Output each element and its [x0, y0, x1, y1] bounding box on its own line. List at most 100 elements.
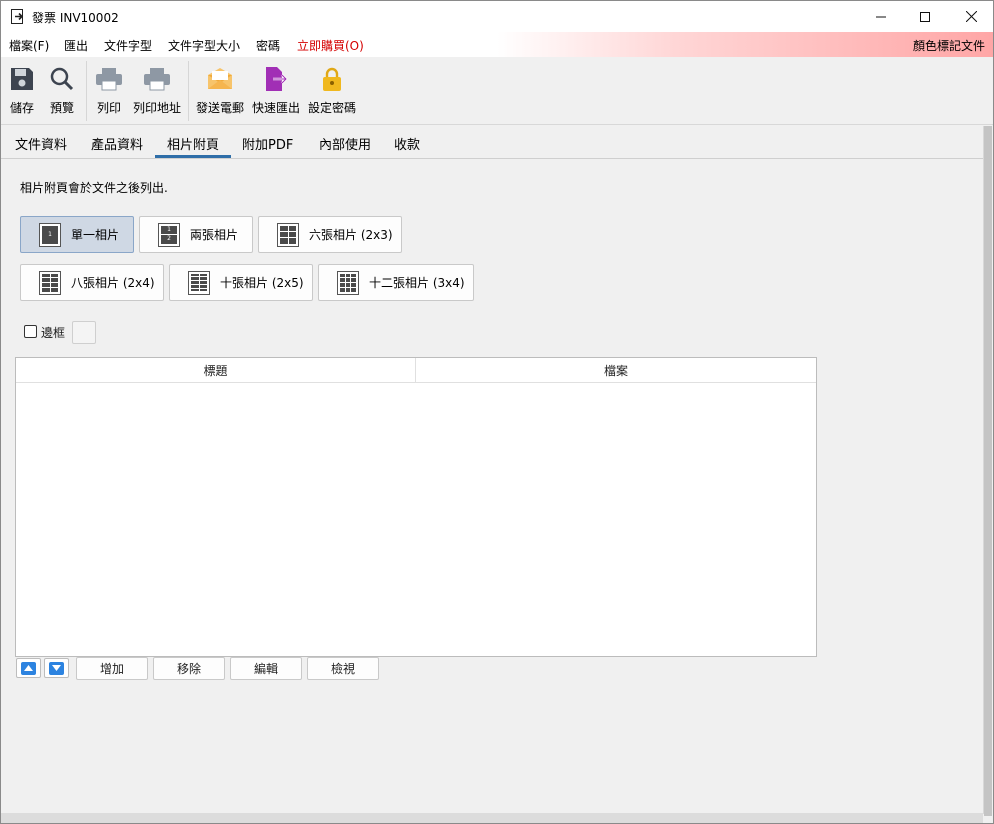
eight-photos-layout-icon [39, 270, 61, 295]
maximize-button[interactable] [902, 1, 948, 32]
print-label: 列印 [96, 101, 121, 115]
layout-cell [191, 288, 199, 292]
print-address-button[interactable]: 列印地址 [132, 57, 182, 125]
column-header-title[interactable]: 標題 [16, 358, 416, 383]
move-down-button[interactable] [44, 658, 69, 678]
arrow-up-icon [21, 661, 36, 675]
layout-cell [199, 288, 207, 292]
send-email-label: 發送電郵 [195, 101, 244, 115]
toolbar-separator [188, 61, 189, 121]
layout-two-photos-label: 兩張相片 [190, 228, 239, 242]
quick-export-button[interactable]: 快速匯出 [251, 57, 301, 125]
layout-cell [345, 273, 351, 278]
layout-eight-photos-button[interactable]: 八張相片 (2x4) [20, 264, 164, 301]
twelve-photos-layout-icon [337, 270, 359, 295]
layout-six-photos-button[interactable]: 六張相片 (2x3) [258, 216, 402, 253]
layout-cell [288, 238, 296, 244]
layout-two-photos-button[interactable]: 12 兩張相片 [139, 216, 253, 253]
layout-cell: 1 [161, 225, 177, 234]
title-bar: 發票 INV10002 [1, 1, 993, 32]
arrow-down-icon [49, 661, 64, 675]
save-label: 儲存 [9, 101, 34, 115]
layout-cell [50, 283, 58, 287]
layout-cell [345, 287, 351, 292]
minimize-button[interactable] [858, 1, 904, 32]
menu-file[interactable]: 檔案(F) [9, 37, 49, 54]
edit-button[interactable]: 編輯 [230, 657, 302, 680]
vertical-scrollbar-thumb[interactable] [984, 126, 992, 816]
menu-document-font[interactable]: 文件字型 [104, 37, 152, 54]
layout-cell [351, 273, 356, 278]
layout-cell [345, 278, 351, 282]
two-photos-layout-icon: 12 [158, 222, 180, 247]
ten-photos-layout-icon [188, 270, 210, 295]
layout-cell [199, 281, 207, 284]
horizontal-scrollbar[interactable] [1, 813, 983, 823]
printer-icon [143, 65, 171, 93]
view-button[interactable]: 檢視 [307, 657, 379, 680]
layout-cell [191, 281, 199, 284]
remove-button[interactable]: 移除 [153, 657, 225, 680]
layout-six-photos-label: 六張相片 (2x3) [309, 228, 393, 242]
border-checkbox[interactable] [24, 325, 37, 338]
single-photo-layout-icon: 1 [39, 222, 61, 247]
layout-twelve-photos-button[interactable]: 十二張相片 (3x4) [318, 264, 474, 301]
preview-button[interactable]: 預覽 [46, 57, 78, 125]
layout-cell [42, 287, 50, 292]
layout-cell: 1 [42, 225, 58, 244]
quick-export-label: 快速匯出 [251, 101, 300, 115]
toolbar: 儲存 預覽 列印 列印地址 發送電郵 快速匯出 設定密碼 [1, 57, 993, 125]
tab-payment[interactable]: 收款 [394, 134, 420, 153]
menu-password[interactable]: 密碼 [256, 37, 280, 54]
column-header-file[interactable]: 檔案 [416, 358, 816, 383]
tab-photo-attachment[interactable]: 相片附頁 [167, 134, 219, 153]
photo-attachment-note: 相片附頁會於文件之後列出. [20, 181, 168, 195]
table-header: 標題 檔案 [16, 358, 816, 383]
menu-export[interactable]: 匯出 [64, 37, 88, 54]
move-up-button[interactable] [16, 658, 41, 678]
layout-cell [191, 284, 199, 288]
border-color-button[interactable] [72, 321, 96, 344]
set-password-label: 設定密碼 [307, 101, 356, 115]
layout-cell [340, 278, 345, 282]
set-password-button[interactable]: 設定密碼 [307, 57, 357, 125]
print-button[interactable]: 列印 [93, 57, 125, 125]
six-photos-layout-icon [277, 222, 299, 247]
envelope-icon [206, 65, 234, 93]
layout-cell [340, 273, 345, 278]
layout-cell [191, 277, 199, 281]
layout-cell [42, 273, 50, 278]
tab-attach-pdf[interactable]: 附加PDF [242, 134, 293, 153]
layout-cell [280, 231, 288, 238]
layout-ten-photos-button[interactable]: 十張相片 (2x5) [169, 264, 313, 301]
layout-cell [199, 284, 207, 288]
add-button[interactable]: 增加 [76, 657, 148, 680]
layout-cell [288, 231, 296, 238]
menu-document-font-size[interactable]: 文件字型大小 [168, 37, 240, 54]
layout-cell [351, 278, 356, 282]
layout-cell [280, 225, 288, 231]
menu-buy-now[interactable]: 立即購買(O) [297, 37, 364, 54]
send-email-button[interactable]: 發送電郵 [195, 57, 245, 125]
border-checkbox-label: 邊框 [41, 326, 66, 340]
color-tag-document-menu[interactable]: 顏色標記文件 [913, 37, 985, 54]
layout-cell [50, 273, 58, 278]
tab-product-info[interactable]: 產品資料 [91, 134, 143, 153]
export-icon [262, 65, 290, 93]
layout-single-photo-button[interactable]: 1 單一相片 [20, 216, 134, 253]
photo-table[interactable]: 標題 檔案 [15, 357, 817, 657]
layout-cell [340, 287, 345, 292]
tab-document-info[interactable]: 文件資料 [15, 134, 67, 153]
save-button[interactable]: 儲存 [6, 57, 38, 125]
close-button[interactable] [948, 1, 993, 32]
tab-internal-use[interactable]: 內部使用 [319, 134, 371, 153]
layout-single-photo-label: 單一相片 [71, 228, 120, 242]
layout-cell [288, 225, 296, 231]
layout-eight-photos-label: 八張相片 (2x4) [71, 276, 155, 290]
layout-twelve-photos-label: 十二張相片 (3x4) [369, 276, 465, 290]
layout-ten-photos-label: 十張相片 (2x5) [220, 276, 304, 290]
layout-cell [42, 283, 50, 287]
active-tab-indicator [155, 155, 231, 158]
layout-cell [42, 278, 50, 282]
layout-cell [280, 238, 288, 244]
